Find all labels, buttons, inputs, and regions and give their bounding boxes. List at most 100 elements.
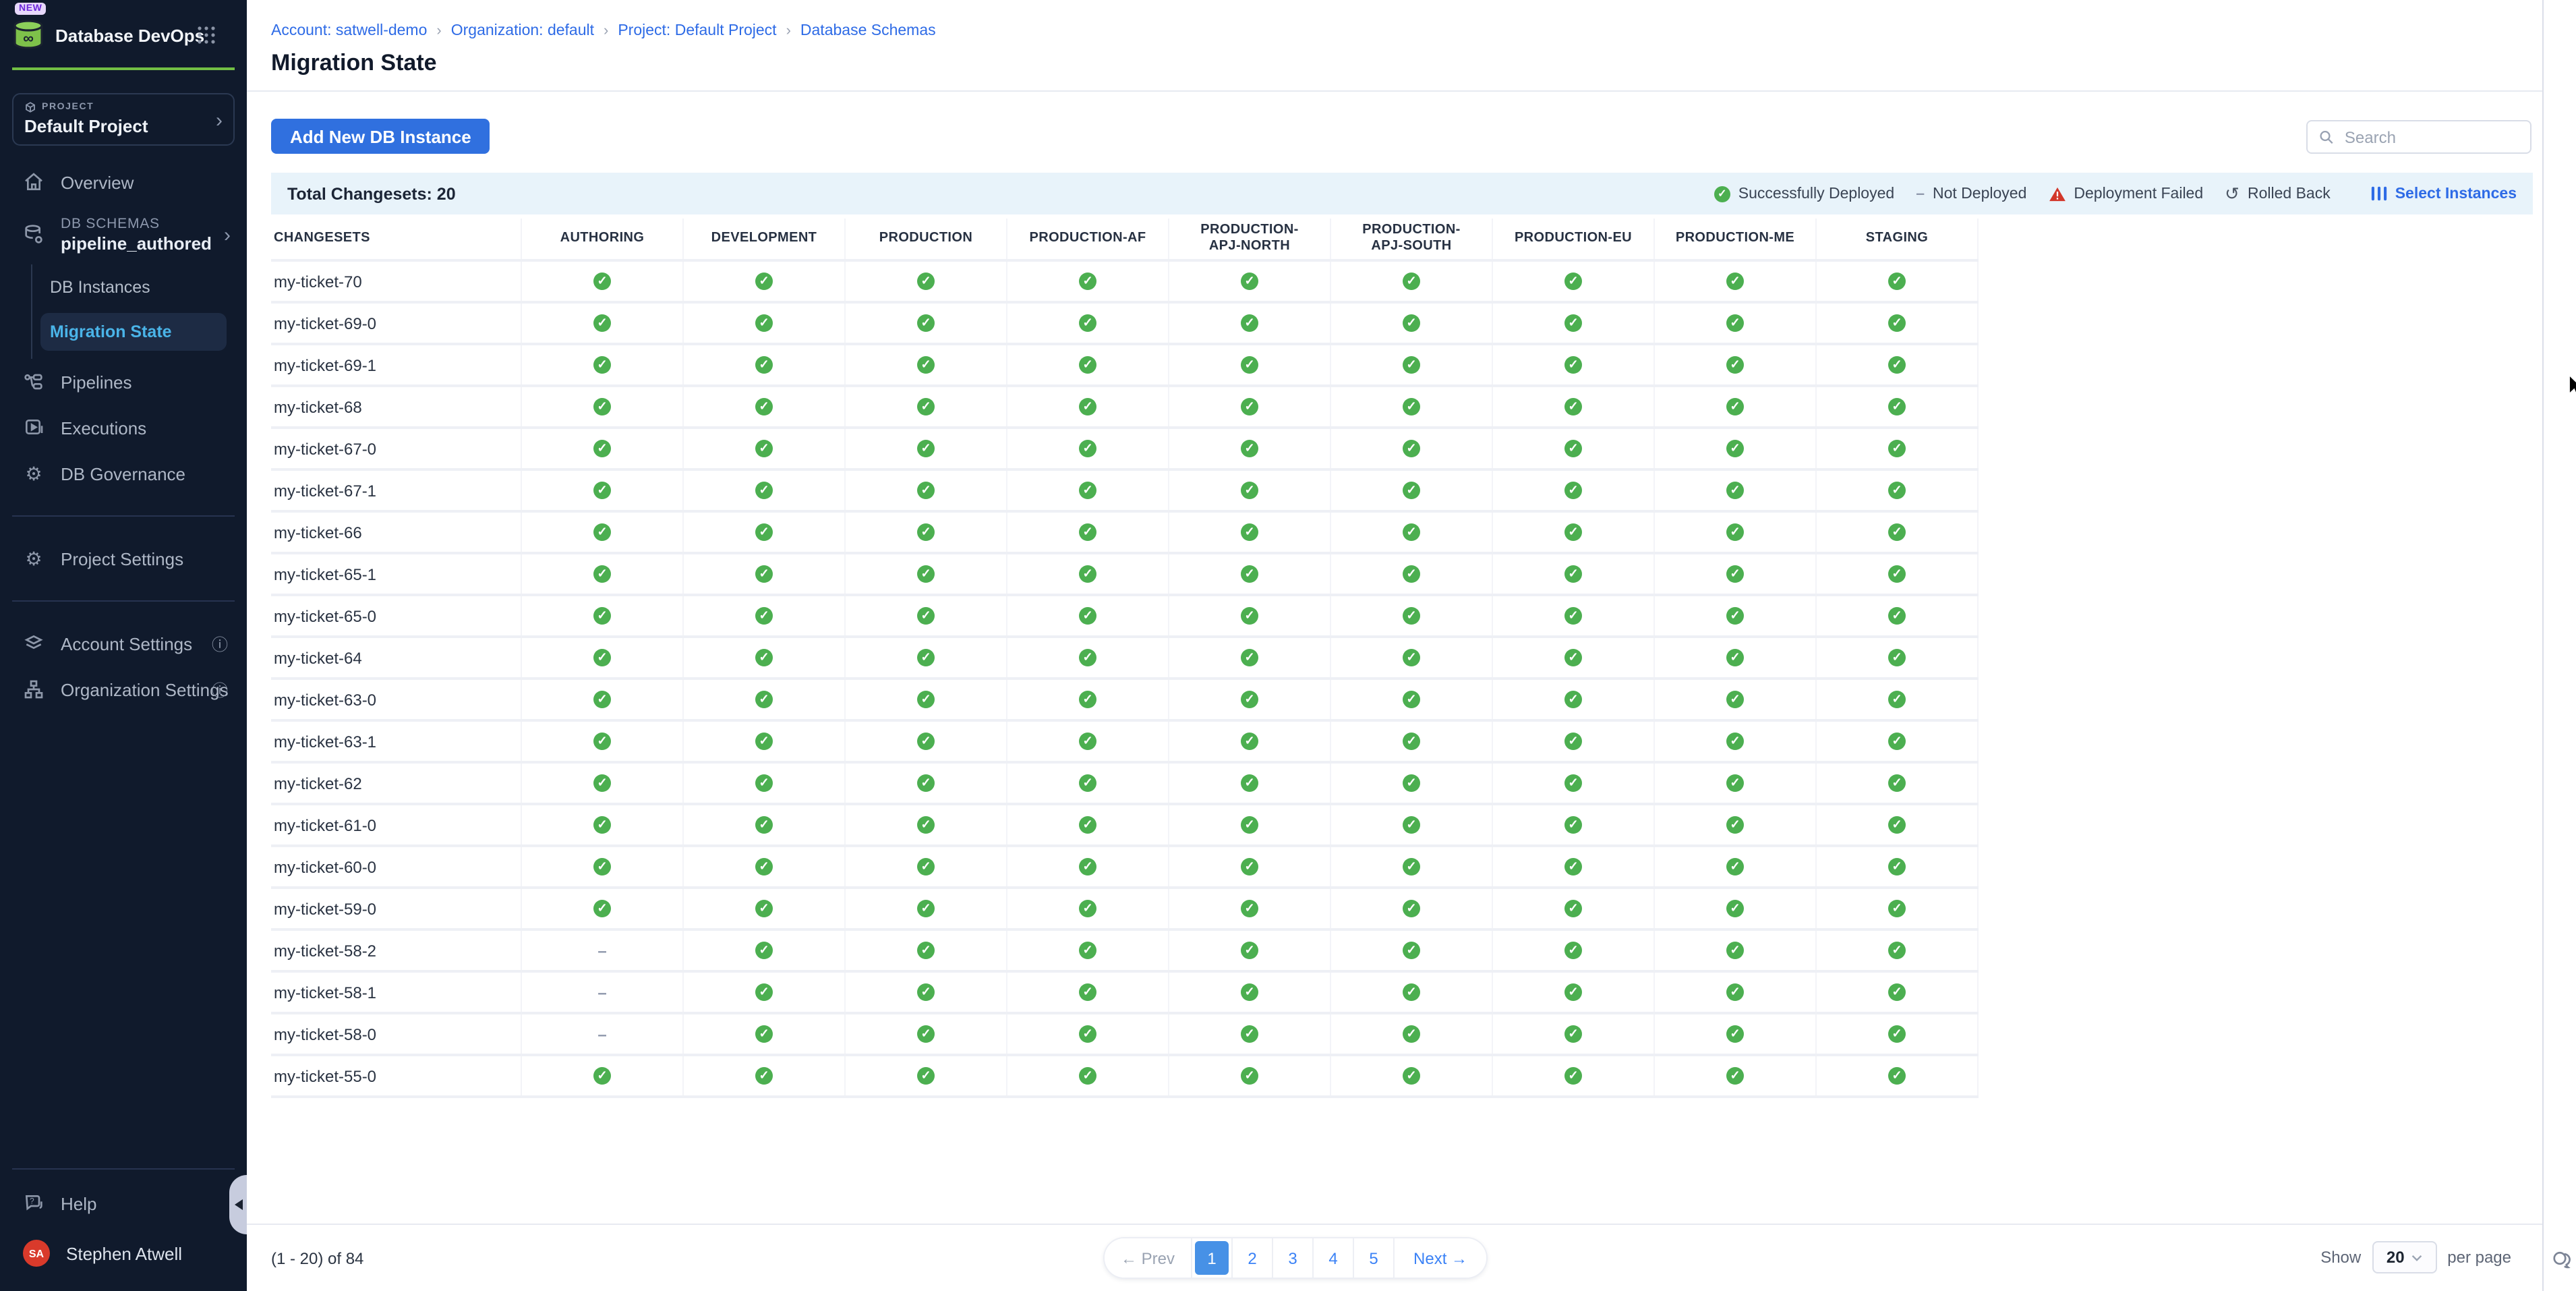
sidebar-item-organization-settings[interactable]: Organization Settings ⓘ — [0, 666, 247, 712]
sidebar-item-migration-state[interactable]: Migration State — [40, 313, 227, 351]
info-icon[interactable]: ⓘ — [212, 632, 228, 655]
search-input[interactable] — [2342, 126, 2519, 148]
status-cell: ✓ — [846, 722, 1007, 761]
status-cell: ✓ — [1817, 387, 1979, 426]
status-cell: ✓ — [1493, 764, 1655, 803]
status-cell: ✓ — [684, 471, 846, 510]
status-deployed-check-icon: ✓ — [1564, 565, 1582, 583]
status-deployed-check-icon: ✓ — [1403, 440, 1420, 457]
status-cell: ✓ — [1817, 304, 1979, 343]
sidebar-collapse-handle[interactable] — [229, 1175, 247, 1234]
column-header-production-apj-north: PRODUCTION-APJ-NORTH — [1169, 219, 1331, 259]
status-cell: ✓ — [1169, 513, 1331, 552]
breadcrumb-project-link[interactable]: Project: Default Project — [618, 23, 776, 39]
status-deployed-check-icon: ✓ — [917, 440, 935, 457]
legend-rolled-back: ↺ Rolled Back — [2225, 183, 2331, 204]
header-divider — [247, 90, 2542, 92]
status-cell: ✓ — [1007, 554, 1169, 594]
info-icon[interactable]: ⓘ — [212, 678, 228, 701]
sidebar-item-db-instances[interactable]: DB Instances — [32, 267, 247, 308]
search-icon — [2318, 128, 2334, 146]
legend-label: Deployment Failed — [2074, 185, 2203, 202]
status-cell: ✓ — [1169, 262, 1331, 301]
pagination-page-3[interactable]: 3 — [1273, 1238, 1314, 1278]
status-cell: ✓ — [522, 304, 684, 343]
pagination-page-1[interactable]: 1 — [1192, 1238, 1233, 1278]
pagination-next-button[interactable]: Next → — [1395, 1238, 1486, 1278]
add-new-db-instance-button[interactable]: Add New DB Instance — [271, 119, 490, 154]
status-cell: ✓ — [846, 345, 1007, 384]
new-badge: NEW — [15, 3, 46, 15]
changeset-name: my-ticket-68 — [271, 387, 522, 426]
pagination-page-4[interactable]: 4 — [1314, 1238, 1354, 1278]
breadcrumb-database-schemas-link[interactable]: Database Schemas — [800, 23, 936, 39]
sidebar-item-project-settings[interactable]: ⚙ Project Settings — [0, 536, 247, 581]
status-deployed-check-icon: ✓ — [1564, 900, 1582, 917]
sidebar-item-executions[interactable]: Executions — [0, 405, 247, 451]
status-deployed-check-icon: ✓ — [1726, 942, 1744, 959]
sidebar-item-help[interactable]: ? Help — [0, 1180, 247, 1226]
legend-label: Not Deployed — [1933, 185, 2026, 202]
status-deployed-check-icon: ✓ — [917, 858, 935, 876]
table-row: my-ticket-68✓✓✓✓✓✓✓✓✓ — [271, 387, 1979, 429]
status-cell: ✓ — [1655, 262, 1817, 301]
search-box[interactable] — [2306, 120, 2531, 154]
column-header-changesets: CHANGESETS — [271, 219, 522, 259]
status-deployed-check-icon: ✓ — [1888, 440, 1906, 457]
sidebar-item-pipelines[interactable]: Pipelines — [0, 359, 247, 405]
status-deployed-check-icon: ✓ — [1888, 858, 1906, 876]
status-legend: ✓ Successfully Deployed – Not Deployed D… — [1714, 183, 2517, 204]
status-deployed-check-icon: ✓ — [755, 858, 773, 876]
account-settings-icon — [23, 633, 45, 654]
sidebar-item-account-settings[interactable]: Account Settings ⓘ — [0, 621, 247, 666]
breadcrumb-organization-link[interactable]: Organization: default — [451, 23, 594, 39]
table-row: my-ticket-67-0✓✓✓✓✓✓✓✓✓ — [271, 429, 1979, 471]
chevron-right-icon: › — [436, 23, 441, 39]
select-instances-button[interactable]: Select Instances — [2371, 185, 2517, 202]
status-cell: ✓ — [1007, 387, 1169, 426]
status-cell: ✓ — [1817, 889, 1979, 928]
status-cell: ✓ — [1169, 345, 1331, 384]
status-cell: ✓ — [522, 847, 684, 886]
sidebar-item-db-governance[interactable]: ⚙ DB Governance — [0, 451, 247, 496]
project-selector[interactable]: PROJECT Default Project › — [12, 93, 235, 146]
status-cell: ✓ — [684, 1014, 846, 1054]
status-deployed-check-icon: ✓ — [1403, 314, 1420, 332]
pagination-page-2[interactable]: 2 — [1233, 1238, 1273, 1278]
status-deployed-check-icon: ✓ — [1079, 858, 1096, 876]
breadcrumb: Account: satwell-demo › Organization: de… — [271, 23, 936, 39]
status-cell: ✓ — [1169, 680, 1331, 719]
sidebar-item-db-schemas[interactable]: DB SCHEMAS pipeline_authored › — [0, 205, 247, 264]
sidebar-item-label: Help — [61, 1193, 97, 1213]
sidebar-item-overview[interactable]: Overview — [0, 159, 247, 205]
status-cell: ✓ — [1331, 1014, 1493, 1054]
status-deployed-check-icon: ✓ — [1726, 649, 1744, 666]
status-cell: ✓ — [1007, 513, 1169, 552]
app-switcher-grid-icon[interactable] — [197, 26, 216, 45]
status-deployed-check-icon: ✓ — [1241, 733, 1258, 750]
status-deployed-check-icon: ✓ — [1888, 356, 1906, 374]
page-size-select[interactable]: 20 — [2372, 1241, 2436, 1273]
status-deployed-check-icon: ✓ — [1888, 607, 1906, 625]
pagination-prev-button[interactable]: ← Prev — [1105, 1238, 1192, 1278]
app-logo-database-icon: ∞ — [12, 18, 45, 53]
status-cell: ✓ — [1493, 471, 1655, 510]
status-cell: ✓ — [1331, 805, 1493, 844]
pagination-page-5[interactable]: 5 — [1354, 1238, 1395, 1278]
chat-widget-icon[interactable] — [2552, 1249, 2572, 1269]
db-schemas-subtree: DB Instances Migration State — [31, 264, 247, 359]
sidebar-header-divider — [12, 67, 235, 70]
status-deployed-check-icon: ✓ — [593, 523, 611, 541]
table-row: my-ticket-69-1✓✓✓✓✓✓✓✓✓ — [271, 345, 1979, 387]
user-menu[interactable]: SA Stephen Atwell — [0, 1226, 247, 1280]
status-cell: ✓ — [1817, 513, 1979, 552]
status-cell: ✓ — [1331, 554, 1493, 594]
status-cell: ✓ — [684, 764, 846, 803]
breadcrumb-account-link[interactable]: Account: satwell-demo — [271, 23, 427, 39]
status-deployed-check-icon: ✓ — [755, 398, 773, 415]
status-cell: ✓ — [846, 638, 1007, 677]
status-cell: ✓ — [684, 889, 846, 928]
status-deployed-check-icon: ✓ — [1726, 858, 1744, 876]
status-cell: ✓ — [684, 638, 846, 677]
status-not-deployed-dash: – — [597, 941, 606, 960]
